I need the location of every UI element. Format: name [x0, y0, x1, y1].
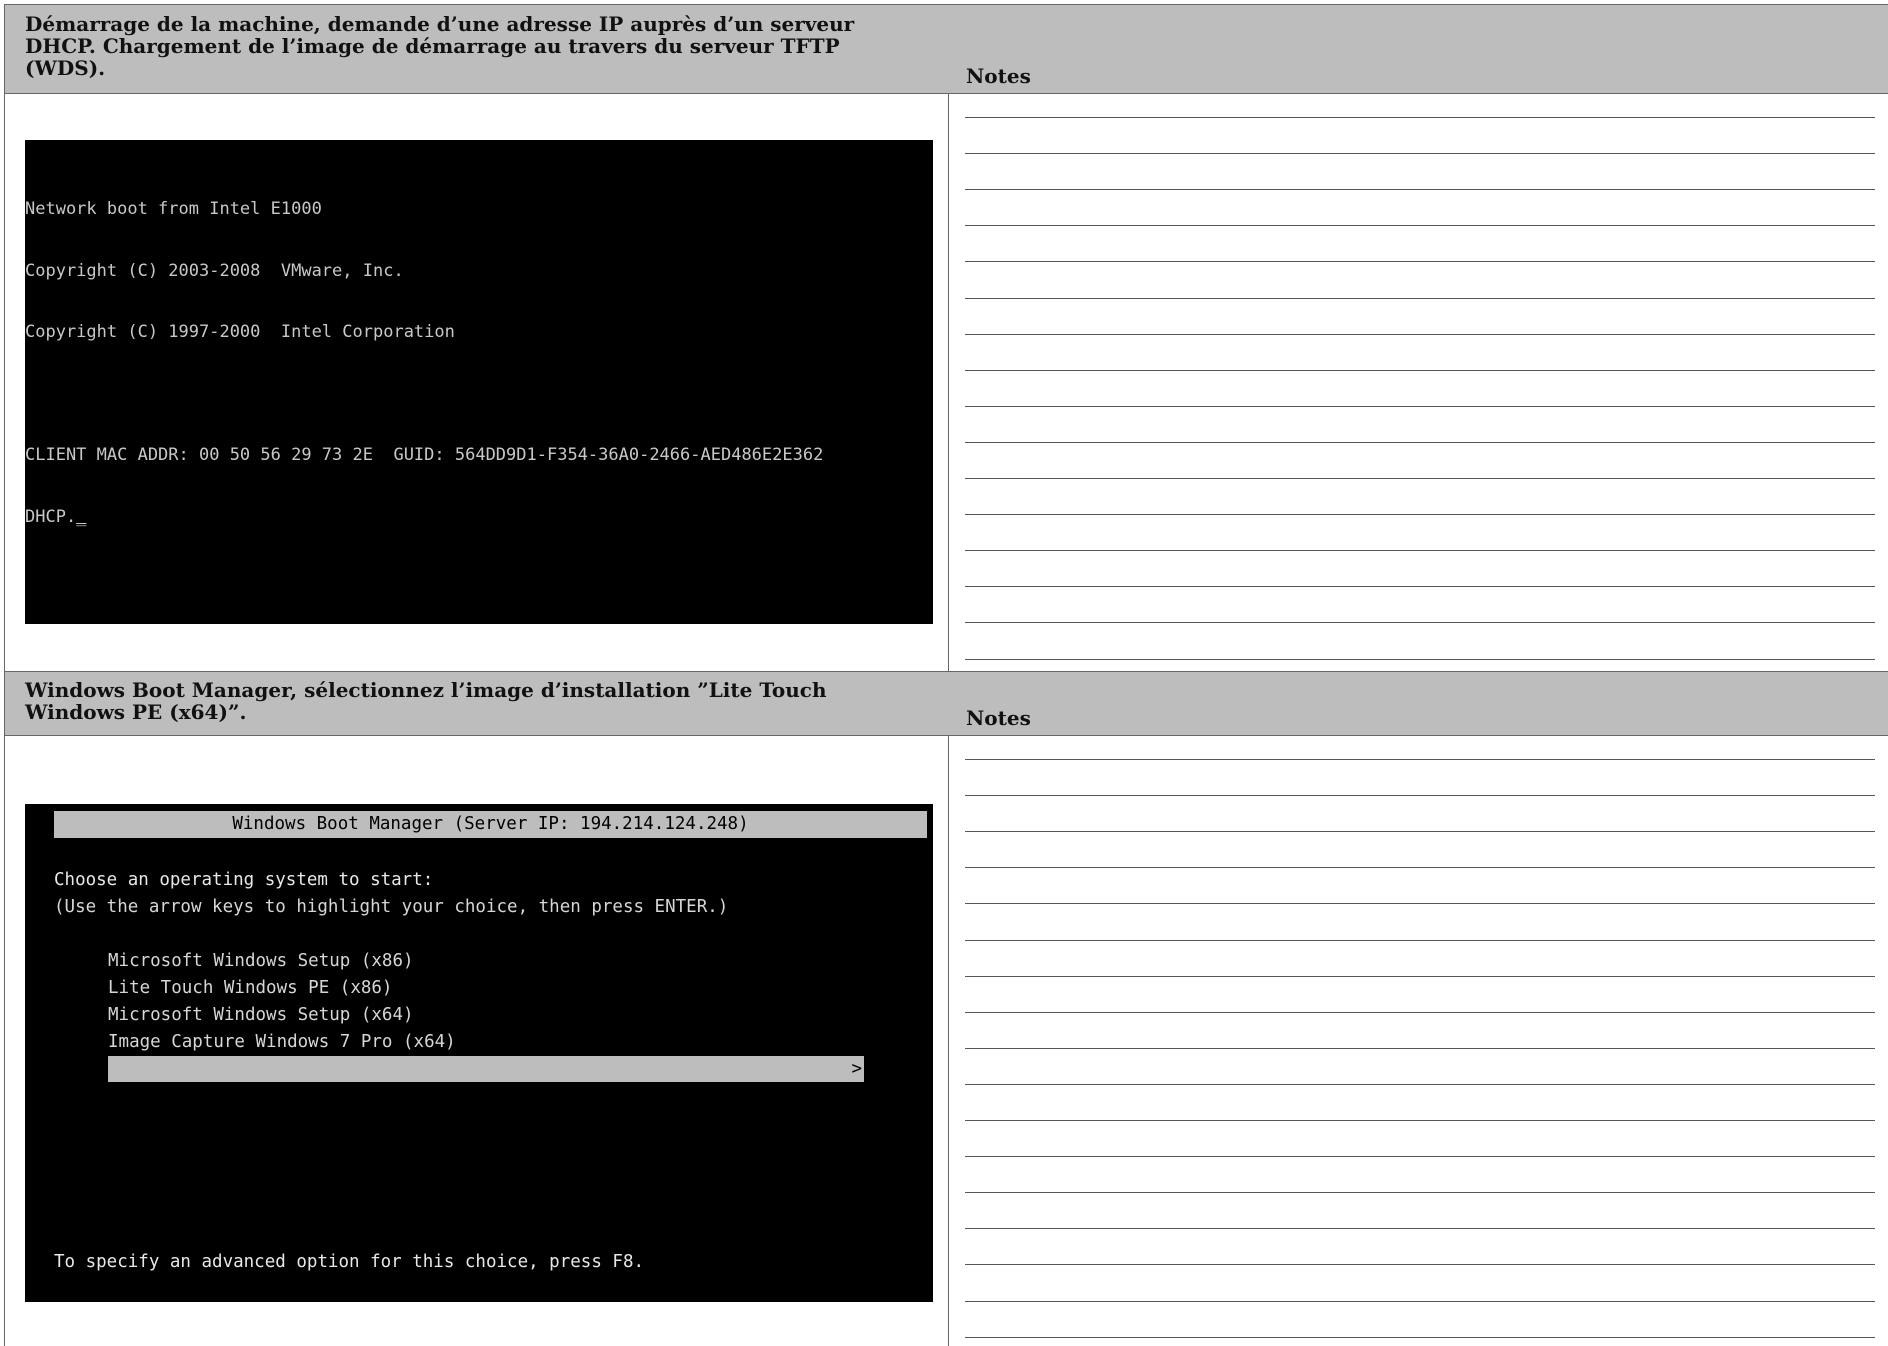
note-line: [965, 831, 1875, 833]
note-line: [965, 117, 1875, 118]
section1-header: Démarrage de la machine, demande d’une a…: [25, 12, 855, 80]
console-line: Copyright (C) 1997-2000 Intel Corporatio…: [25, 322, 455, 342]
note-line: [965, 1083, 1875, 1085]
note-line: [965, 405, 1875, 407]
note-line: [965, 1264, 1875, 1266]
note-line: [965, 478, 1875, 479]
note-line: [965, 441, 1875, 443]
console-line: Copyright (C) 2003-2008 VMware, Inc.: [25, 260, 404, 281]
note-line: [965, 1336, 1875, 1338]
section2-header: Windows Boot Manager, sélectionnez l’ima…: [25, 678, 827, 724]
windows-boot-manager-screen: Windows Boot Manager (Server IP: 194.214…: [25, 804, 933, 1302]
note-line: [965, 586, 1875, 588]
note-line: [965, 225, 1875, 227]
note-line: [965, 1192, 1875, 1194]
note-line: [965, 975, 1875, 977]
chevron-right-icon: >: [851, 1059, 862, 1079]
note-line: [965, 1011, 1875, 1013]
note-line: [965, 795, 1875, 797]
boot-option-selected[interactable]: Lite Touch Windows PE (x64) >: [108, 1056, 864, 1105]
console-line-dhcp: DHCP._: [25, 507, 933, 528]
note-line: [965, 903, 1875, 905]
network-boot-console: Network boot from Intel E1000 Copyright …: [25, 140, 933, 624]
note-line: [965, 939, 1875, 941]
boot-option[interactable]: Microsoft Windows Setup (x86): [108, 948, 864, 974]
section2-notes-label: Notes: [966, 706, 1031, 730]
console-line: Network boot from Intel E1000: [25, 199, 322, 219]
boot-footer: To specify an advanced option for this c…: [54, 1252, 645, 1272]
note-line: [965, 658, 1875, 660]
boot-option[interactable]: Microsoft Windows Setup (x64): [108, 1002, 864, 1028]
cursor: _: [76, 506, 87, 527]
note-line: [965, 514, 1875, 516]
boot-hint: (Use the arrow keys to highlight your ch…: [54, 897, 729, 917]
note-line: [965, 1120, 1875, 1121]
note-line: [965, 1300, 1875, 1302]
note-line: [965, 369, 1875, 371]
boot-manager-title: Windows Boot Manager (Server IP: 194.214…: [54, 811, 927, 838]
note-line: [965, 333, 1875, 335]
note-line: [965, 1047, 1875, 1049]
console-line: CLIENT MAC ADDR: 00 50 56 29 73 2E GUID:…: [25, 445, 824, 465]
note-line: [965, 759, 1875, 760]
note-line: [965, 153, 1875, 155]
section1-header-row: Démarrage de la machine, demande d’une a…: [5, 5, 1888, 94]
section2-header-row: Windows Boot Manager, sélectionnez l’ima…: [5, 671, 1888, 736]
dhcp-text: DHCP.: [25, 506, 77, 527]
boot-option-selected-label: Lite Touch Windows PE (x64): [150, 1085, 435, 1105]
note-line: [965, 189, 1875, 191]
section1-notes-label: Notes: [966, 64, 1031, 88]
boot-prompt: Choose an operating system to start:: [54, 870, 434, 890]
note-line: [965, 261, 1875, 263]
note-line: [965, 297, 1875, 299]
boot-option[interactable]: Image Capture Windows 7 Pro (x64): [108, 1029, 864, 1055]
note-line: [965, 622, 1875, 624]
note-line: [965, 867, 1875, 869]
note-line: [965, 550, 1875, 552]
note-line: [965, 1156, 1875, 1158]
boot-option[interactable]: Lite Touch Windows PE (x86): [108, 975, 864, 1001]
note-line: [965, 1228, 1875, 1230]
